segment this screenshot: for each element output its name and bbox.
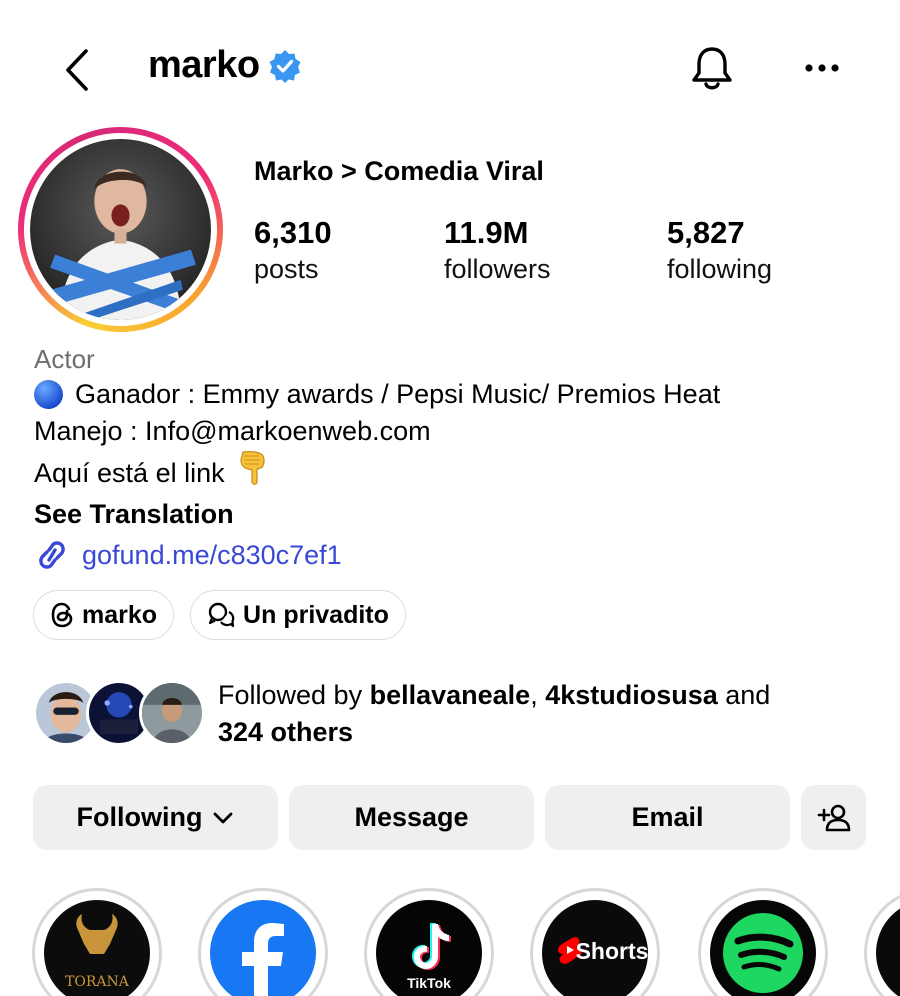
suggested-people-button[interactable] xyxy=(801,785,866,850)
svg-text:TORANA: TORANA xyxy=(65,974,130,990)
chip-label: marko xyxy=(82,600,158,629)
threads-chip[interactable]: marko xyxy=(33,590,175,640)
broadcast-channel-chip[interactable]: Un privadito xyxy=(190,590,406,640)
stat-label: followers xyxy=(444,254,551,284)
stat-followers[interactable]: 11.9M followers xyxy=(444,214,551,286)
bio-text: Manejo : Info@markoenweb.com xyxy=(34,416,431,446)
chevron-down-icon xyxy=(212,811,234,825)
spotify-icon xyxy=(710,900,816,996)
email-label: Email xyxy=(631,802,704,832)
link-text: gofund.me/c830c7ef1 xyxy=(82,539,342,570)
more-horizontal-icon xyxy=(805,64,839,72)
threads-icon xyxy=(51,602,73,628)
stat-label: following xyxy=(667,254,773,284)
username-header: marko xyxy=(148,44,302,87)
stat-posts[interactable]: 6,310 posts xyxy=(254,214,332,286)
link-icon xyxy=(39,541,65,569)
mutual-avatar xyxy=(139,680,205,746)
verified-badge-icon xyxy=(268,49,302,83)
tiktok-icon: TikTok xyxy=(376,900,482,996)
bull-logo-icon: TORANA xyxy=(65,914,130,990)
stat-value: 6,310 xyxy=(254,215,332,250)
bio-line: Aquí está el link xyxy=(34,450,874,496)
highlight-tiktok[interactable]: TikTok xyxy=(364,888,494,996)
stat-value: 5,827 xyxy=(667,215,745,250)
add-person-icon xyxy=(817,804,850,831)
more-options-button[interactable] xyxy=(796,46,848,90)
profile-chips: marko Un privadito xyxy=(33,590,406,640)
bio-text: Ganador : Emmy awards / Pepsi Music/ Pre… xyxy=(75,379,721,409)
mutual-user-2[interactable]: 4kstudiosusa xyxy=(545,680,718,710)
highlight-torana[interactable]: TORANA xyxy=(32,888,162,996)
bio-line: Manejo : Info@markoenweb.com xyxy=(34,413,874,450)
highlight-spotify[interactable] xyxy=(698,888,828,996)
facebook-icon xyxy=(210,900,316,996)
profile-actions: Following Message Email xyxy=(33,785,866,850)
chip-label: Un privadito xyxy=(243,600,389,629)
following-button[interactable]: Following xyxy=(33,785,278,850)
back-button[interactable] xyxy=(52,40,102,100)
highlight-cover xyxy=(876,900,900,996)
stat-following[interactable]: 5,827 following xyxy=(667,214,772,286)
highlight-facebook[interactable] xyxy=(198,888,328,996)
story-highlights: TORANA TikTok Shorts xyxy=(0,884,900,996)
youtube-shorts-icon: Shorts xyxy=(542,900,648,996)
bell-icon xyxy=(692,47,732,90)
bio-link[interactable]: gofund.me/c830c7ef1 xyxy=(34,539,874,571)
username: marko xyxy=(148,44,260,86)
separator: , xyxy=(530,680,546,710)
svg-text:TikTok: TikTok xyxy=(407,975,451,991)
email-button[interactable]: Email xyxy=(545,785,790,850)
blue-circle-emoji xyxy=(34,380,63,409)
highlight-shorts[interactable]: Shorts xyxy=(530,888,660,996)
followed-by-section[interactable]: Followed by bellavaneale, 4kstudiosusa a… xyxy=(33,677,883,747)
notifications-button[interactable] xyxy=(686,40,738,96)
highlight-cover: TORANA xyxy=(44,900,150,996)
svg-text:Shorts: Shorts xyxy=(576,938,648,964)
chat-bubbles-icon xyxy=(208,602,235,628)
profile-avatar[interactable] xyxy=(18,127,223,332)
bio-section: Actor Ganador : Emmy awards / Pepsi Musi… xyxy=(34,342,874,571)
bio-text: Aquí está el link xyxy=(34,457,225,488)
mutual-others: 324 others xyxy=(218,717,354,747)
display-name: Marko > Comedia Viral xyxy=(254,156,544,186)
highlight-partial[interactable] xyxy=(864,888,900,996)
mutual-user-1[interactable]: bellavaneale xyxy=(370,680,531,710)
stat-value: 11.9M xyxy=(444,215,529,250)
followed-by-text: Followed by bellavaneale, 4kstudiosusa a… xyxy=(218,677,868,751)
top-bar: marko xyxy=(0,0,900,140)
followed-and: and xyxy=(717,680,771,710)
avatar-photo xyxy=(30,139,211,320)
chevron-left-icon xyxy=(66,49,88,91)
stat-label: posts xyxy=(254,254,319,284)
bio-line: Ganador : Emmy awards / Pepsi Music/ Pre… xyxy=(34,376,874,413)
following-label: Following xyxy=(76,802,203,832)
see-translation-link[interactable]: See Translation xyxy=(34,496,874,533)
message-label: Message xyxy=(354,802,469,832)
avatar-inner xyxy=(24,133,217,326)
profile-category: Actor xyxy=(34,344,95,374)
message-button[interactable]: Message xyxy=(289,785,534,850)
followed-prefix: Followed by xyxy=(218,680,370,710)
mutual-followers-avatars xyxy=(33,680,205,746)
pointing-down-hand-icon xyxy=(237,450,267,496)
